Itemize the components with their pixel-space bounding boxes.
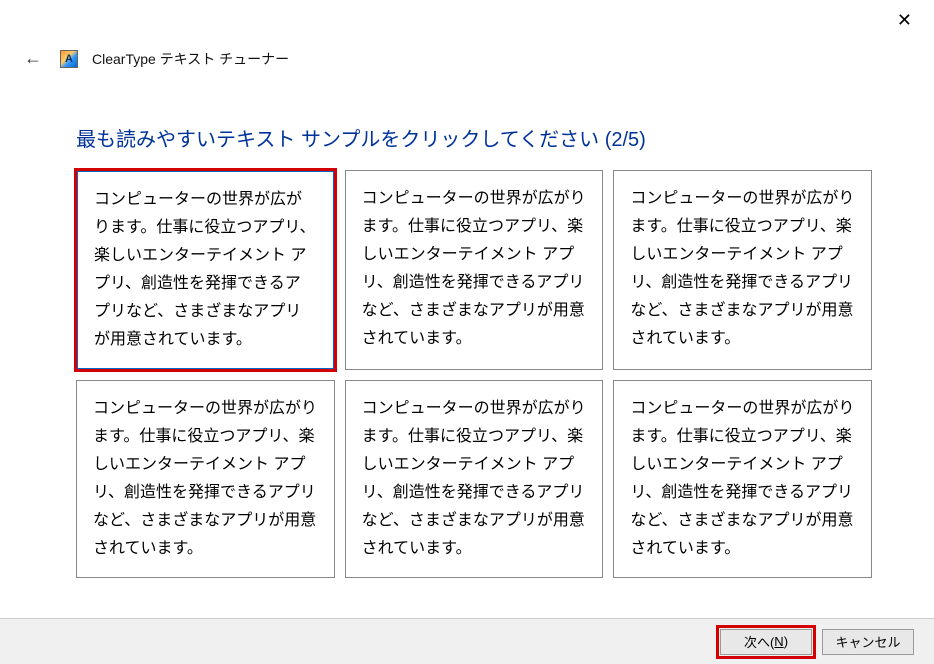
cancel-button[interactable]: キャンセル: [822, 629, 914, 655]
text-sample-3[interactable]: コンピューターの世界が広がります。仕事に役立つアプリ、楽しいエンターテイメント …: [613, 170, 872, 370]
text-sample-5[interactable]: コンピューターの世界が広がります。仕事に役立つアプリ、楽しいエンターテイメント …: [345, 380, 604, 578]
text-sample-1[interactable]: コンピューターの世界が広がります。仕事に役立つアプリ、楽しいエンターテイメント …: [76, 170, 335, 370]
close-button[interactable]: ✕: [887, 8, 922, 33]
content-area: 最も読みやすいテキスト サンプルをクリックしてください (2/5) コンピュータ…: [0, 73, 934, 578]
page-heading: 最も読みやすいテキスト サンプルをクリックしてください (2/5): [76, 123, 872, 152]
footer-bar: 次へ(N) キャンセル: [0, 618, 934, 664]
app-icon: A: [60, 50, 78, 68]
header-row: ← A ClearType テキスト チューナー: [0, 40, 934, 73]
text-sample-2[interactable]: コンピューターの世界が広がります。仕事に役立つアプリ、楽しいエンターテイメント …: [345, 170, 604, 370]
titlebar: ✕: [0, 0, 934, 40]
next-label-key: N: [774, 634, 783, 649]
next-label-suffix: ): [784, 634, 788, 649]
text-sample-6[interactable]: コンピューターの世界が広がります。仕事に役立つアプリ、楽しいエンターテイメント …: [613, 380, 872, 578]
window-title: ClearType テキスト チューナー: [92, 49, 289, 69]
sample-grid: コンピューターの世界が広がります。仕事に役立つアプリ、楽しいエンターテイメント …: [76, 170, 872, 578]
back-button[interactable]: ←: [20, 44, 46, 73]
text-sample-4[interactable]: コンピューターの世界が広がります。仕事に役立つアプリ、楽しいエンターテイメント …: [76, 380, 335, 578]
next-label-prefix: 次へ(: [744, 632, 774, 651]
next-button[interactable]: 次へ(N): [720, 629, 812, 655]
